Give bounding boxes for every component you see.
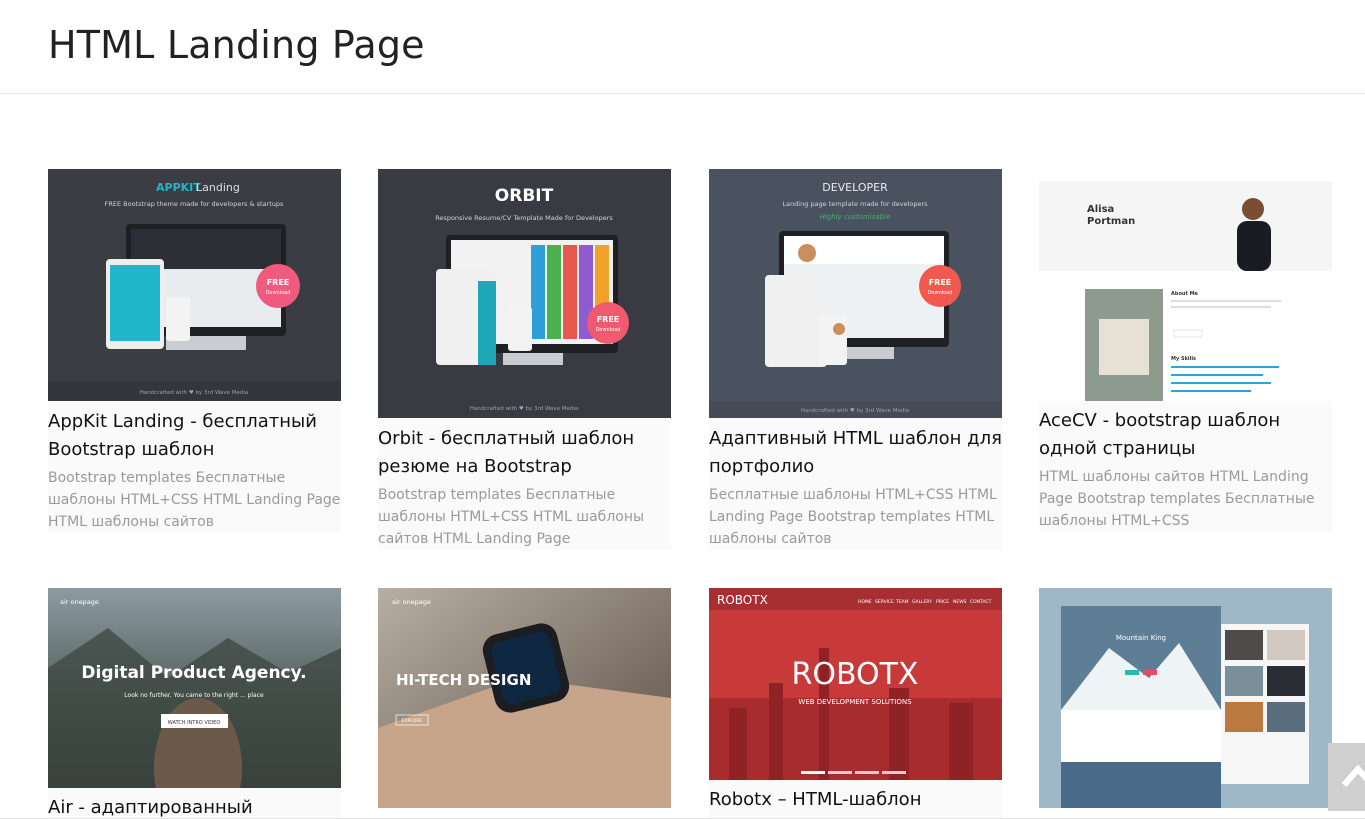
template-title[interactable]: Адаптивный HTML шаблон для портфолио (709, 425, 1002, 481)
template-card[interactable]: air onepage HI-TECH DESIGN EXPLORE (378, 588, 671, 808)
thumb-badge: FREE (597, 315, 620, 324)
thumb-subtitle: Responsive Resume/CV Template Made for D… (435, 214, 613, 222)
thumb-brand: DEVELOPER (822, 181, 888, 194)
thumb-button: WATCH INTRO VIDEO (168, 720, 220, 726)
thumb-brand-2: Landing (196, 181, 240, 194)
thumb-tagline: Highly customisable (820, 213, 891, 221)
thumb-subtitle: Landing page template made for developer… (782, 200, 928, 208)
thumb-footer: Handcrafted with ♥ by 3rd Wave Media (140, 390, 249, 396)
thumb-headline: Mountain King (1116, 634, 1166, 642)
thumb-badge-sub: Download (596, 327, 621, 333)
thumb-name-1: Alisa (1087, 204, 1114, 215)
thumb-headline: ROBOTX (791, 657, 918, 692)
thumb-menu-item: CONTACT (970, 599, 992, 605)
template-title[interactable]: AppKit Landing - бесплатный Bootstrap ша… (48, 408, 341, 464)
template-card[interactable]: APPKIT Landing FREE Bootstrap theme made… (48, 169, 341, 533)
thumb-sub: WEB DEVELOPMENT SOLUTIONS (798, 698, 912, 706)
template-tags[interactable]: HTML шаблоны сайтов HTML Landing Page Bo… (1039, 466, 1332, 532)
template-thumbnail[interactable]: APPKIT Landing FREE Bootstrap theme made… (48, 169, 341, 401)
template-thumbnail[interactable]: ORBIT Responsive Resume/CV Template Made… (378, 169, 671, 418)
template-title[interactable]: AceCV - bootstrap шаблон одной страницы (1039, 407, 1332, 463)
template-card[interactable]: Mountain King (1039, 588, 1332, 808)
template-title[interactable]: Robotx – HTML-шаблон (709, 786, 1002, 814)
template-thumbnail[interactable]: ROBOTX HOME SERVICE TEAM GALLERY PRICE N… (709, 588, 1002, 780)
thumb-brand: air onepage (392, 598, 431, 606)
template-tags[interactable]: Bootstrap templates Бесплатные шаблоны H… (48, 467, 341, 533)
thumb-footer: Handcrafted with ♥ by 3rd Wave Media (470, 406, 579, 412)
template-title[interactable]: Air - адаптированный bootstrap (48, 794, 341, 819)
thumb-brand: air onepage (60, 598, 99, 606)
template-thumbnail[interactable]: air onepage Digital Product Agency. Look… (48, 588, 341, 788)
thumb-sub: Look no further. You came to the right .… (124, 692, 264, 699)
template-thumbnail[interactable]: DEVELOPER Landing page template made for… (709, 169, 1002, 418)
thumb-section-2: My Skills (1171, 356, 1196, 362)
template-card[interactable]: air onepage Digital Product Agency. Look… (48, 588, 341, 819)
thumb-name-2: Portman (1087, 216, 1135, 227)
template-grid: APPKIT Landing FREE Bootstrap theme made… (0, 0, 1365, 819)
template-card[interactable]: Alisa Portman About Me My Skills AceCV -… (1039, 169, 1332, 532)
thumb-badge-sub: Download (928, 290, 953, 296)
template-title[interactable]: Orbit - бесплатный шаблон резюме на Boot… (378, 425, 671, 481)
template-thumbnail[interactable]: Mountain King (1039, 588, 1332, 808)
thumb-menu-item: HOME (858, 599, 872, 605)
thumb-badge: FREE (267, 278, 290, 287)
thumb-menu-item: PRICE (936, 599, 949, 605)
template-card[interactable]: DEVELOPER Landing page template made for… (709, 169, 1002, 550)
thumb-section-1: About Me (1171, 291, 1199, 297)
scroll-to-top-button[interactable] (1328, 743, 1365, 811)
thumb-menu-item: TEAM (895, 599, 909, 605)
thumb-menu-item: SERVICE (875, 599, 894, 605)
template-tags[interactable]: Bootstrap templates Бесплатные шаблоны H… (378, 484, 671, 550)
template-tags[interactable]: Бесплатные шаблоны HTML+CSS HTML Landing… (709, 484, 1002, 550)
thumb-badge-sub: Download (266, 290, 291, 296)
thumb-headline: HI-TECH DESIGN (396, 671, 531, 689)
thumb-badge: FREE (929, 278, 952, 287)
thumb-brand: APPKIT (156, 181, 201, 194)
thumb-brand: ROBOTX (717, 593, 768, 607)
template-card[interactable]: ORBIT Responsive Resume/CV Template Made… (378, 169, 671, 550)
template-card[interactable]: ROBOTX HOME SERVICE TEAM GALLERY PRICE N… (709, 588, 1002, 819)
thumb-footer: Handcrafted with ♥ by 3rd Wave Media (801, 408, 910, 414)
chevron-up-icon (1341, 764, 1365, 787)
thumb-menu-item: NEWS (953, 599, 967, 605)
thumb-menu-item: GALLERY (912, 599, 932, 605)
thumb-brand: ORBIT (495, 186, 554, 206)
thumb-headline: Digital Product Agency. (81, 663, 306, 683)
thumb-button: EXPLORE (402, 718, 423, 724)
template-thumbnail[interactable]: Alisa Portman About Me My Skills (1039, 169, 1332, 401)
template-thumbnail[interactable]: air onepage HI-TECH DESIGN EXPLORE (378, 588, 671, 808)
thumb-subtitle: FREE Bootstrap theme made for developers… (105, 200, 284, 208)
